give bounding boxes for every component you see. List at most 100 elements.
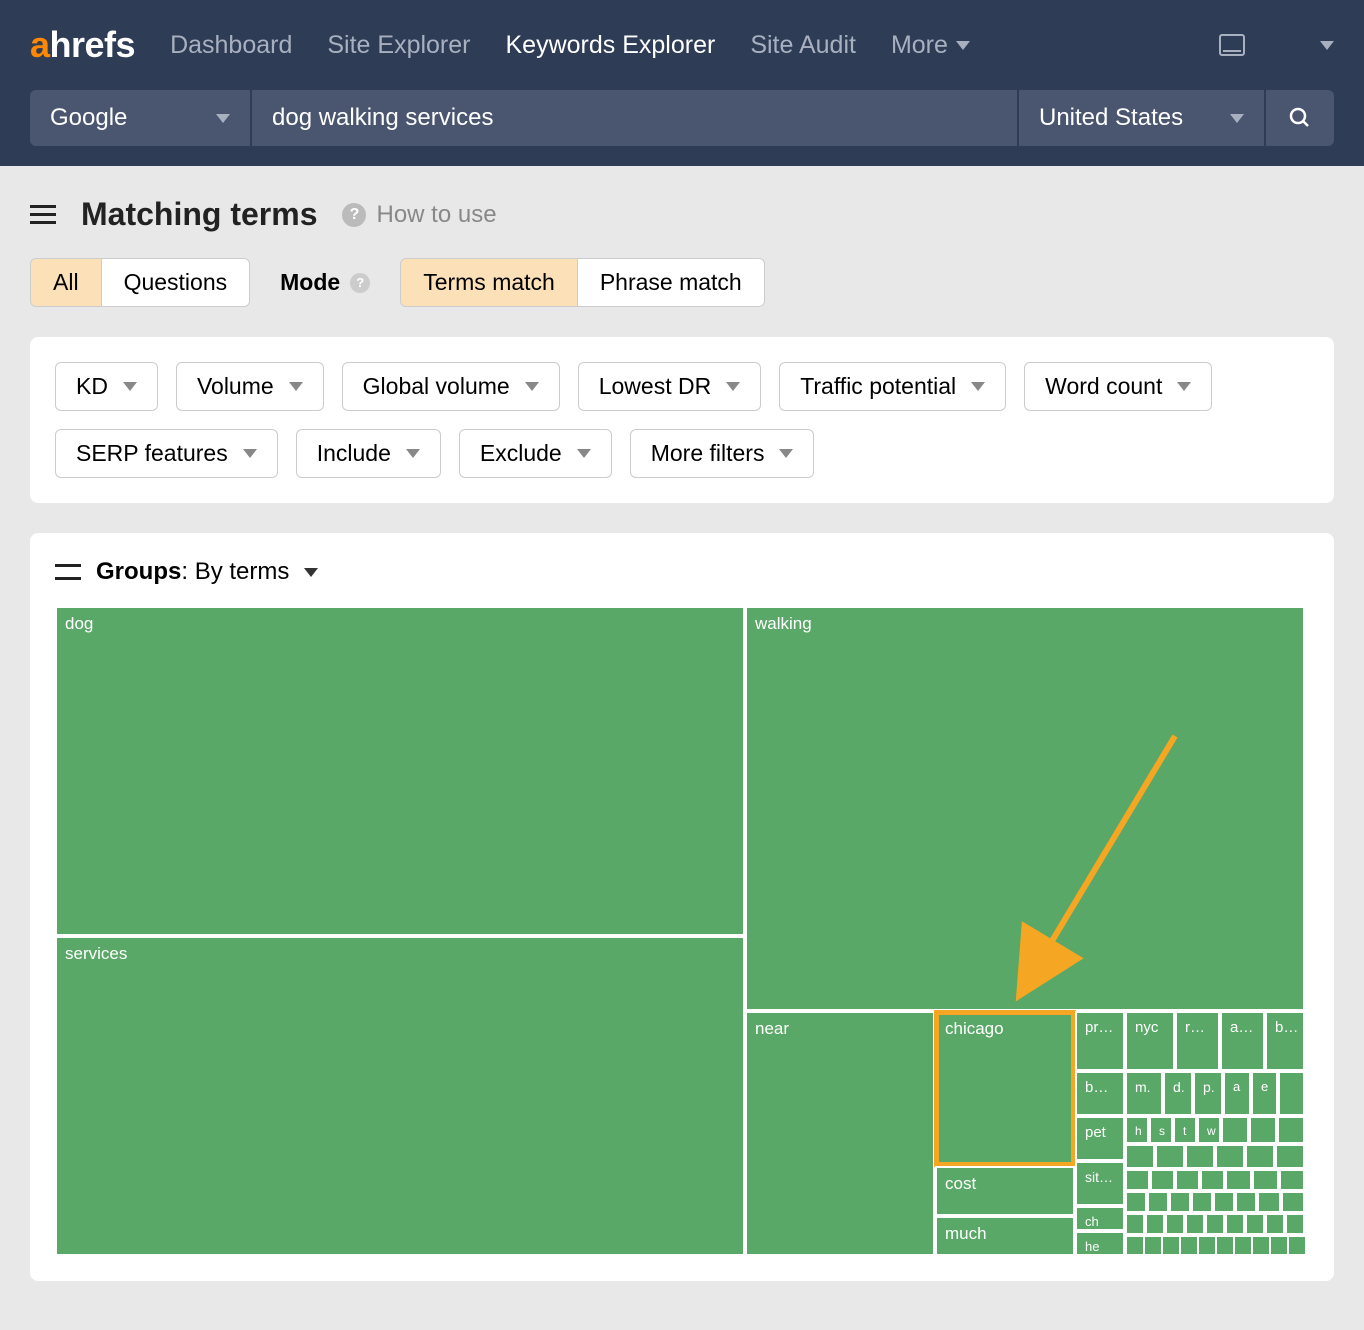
tab-questions[interactable]: Questions (101, 259, 250, 306)
treemap-cell[interactable] (1279, 1169, 1305, 1191)
treemap-cell[interactable] (1125, 1191, 1147, 1213)
filter-lowest-dr[interactable]: Lowest DR (578, 362, 761, 411)
help-icon[interactable]: ? (350, 273, 370, 293)
treemap-cell-chicago[interactable]: chicago (935, 1011, 1075, 1166)
treemap-cell[interactable]: m. (1125, 1071, 1163, 1116)
treemap-cell[interactable] (1147, 1191, 1169, 1213)
treemap-cell[interactable] (1225, 1169, 1252, 1191)
treemap-cell[interactable]: t (1173, 1116, 1197, 1144)
treemap-cell[interactable] (1185, 1144, 1215, 1169)
treemap-cell[interactable] (1245, 1144, 1275, 1169)
treemap-cell[interactable] (1191, 1191, 1213, 1213)
treemap-cell-near[interactable]: near (745, 1011, 935, 1256)
treemap-cell[interactable] (1175, 1169, 1200, 1191)
keyword-input[interactable] (252, 90, 1017, 146)
treemap-cell[interactable]: pr… (1075, 1011, 1125, 1071)
treemap-cell[interactable] (1265, 1213, 1285, 1235)
treemap-cell[interactable]: pet (1075, 1116, 1125, 1161)
logo[interactable]: ahrefs (30, 24, 135, 66)
filter-volume[interactable]: Volume (176, 362, 324, 411)
treemap-cell[interactable] (1161, 1235, 1181, 1256)
country-select[interactable]: United States (1019, 90, 1264, 146)
treemap-cell-dog[interactable]: dog (55, 606, 745, 936)
treemap-cell[interactable]: p. (1193, 1071, 1223, 1116)
treemap-cell[interactable] (1215, 1144, 1245, 1169)
treemap-cell[interactable]: s (1149, 1116, 1173, 1144)
treemap-cell[interactable] (1249, 1116, 1277, 1144)
sliders-icon[interactable] (55, 562, 81, 582)
treemap-cell[interactable] (1225, 1213, 1245, 1235)
treemap-cell[interactable]: r… (1175, 1011, 1220, 1071)
treemap-cell[interactable]: h (1125, 1116, 1149, 1144)
nav-more[interactable]: More (891, 31, 970, 60)
treemap-cell[interactable] (1221, 1116, 1249, 1144)
display-icon[interactable] (1219, 34, 1245, 56)
treemap-cell[interactable] (1200, 1169, 1225, 1191)
chevron-down-icon[interactable] (304, 568, 318, 577)
nav-dashboard[interactable]: Dashboard (170, 31, 292, 60)
treemap-cell[interactable] (1275, 1144, 1305, 1169)
treemap-cell[interactable] (1213, 1191, 1235, 1213)
treemap-cell[interactable] (1150, 1169, 1175, 1191)
treemap-cell[interactable]: d. (1163, 1071, 1193, 1116)
treemap-cell[interactable]: a… (1220, 1011, 1265, 1071)
treemap-cell[interactable] (1125, 1235, 1145, 1256)
search-button[interactable] (1266, 90, 1334, 146)
filter-include[interactable]: Include (296, 429, 441, 478)
treemap-cell[interactable]: nyc (1125, 1011, 1175, 1071)
treemap-cell[interactable]: he (1075, 1231, 1125, 1256)
filter-serp-features[interactable]: SERP features (55, 429, 278, 478)
filter-kd[interactable]: KD (55, 362, 158, 411)
treemap-cell[interactable] (1251, 1235, 1271, 1256)
treemap-cell[interactable] (1125, 1169, 1150, 1191)
account-dropdown-icon[interactable] (1320, 41, 1334, 50)
treemap-cell[interactable] (1215, 1235, 1235, 1256)
filter-traffic-potential[interactable]: Traffic potential (779, 362, 1006, 411)
treemap-cell[interactable] (1285, 1213, 1305, 1235)
how-to-use-link[interactable]: ?How to use (342, 201, 496, 229)
treemap-cell[interactable]: sit… (1075, 1161, 1125, 1206)
treemap-cell[interactable] (1245, 1213, 1265, 1235)
treemap-cell[interactable] (1125, 1144, 1155, 1169)
treemap-cell-much[interactable]: much (935, 1216, 1075, 1256)
treemap-cell[interactable]: a (1223, 1071, 1251, 1116)
treemap-cell[interactable]: b… (1265, 1011, 1305, 1071)
treemap-cell[interactable] (1155, 1144, 1185, 1169)
search-engine-select[interactable]: Google (30, 90, 250, 146)
treemap-cell[interactable] (1233, 1235, 1253, 1256)
treemap-cell[interactable]: e (1251, 1071, 1278, 1116)
treemap-cell-cost[interactable]: cost (935, 1166, 1075, 1216)
treemap-cell[interactable] (1145, 1213, 1165, 1235)
menu-icon[interactable] (30, 205, 56, 224)
treemap-cell[interactable] (1125, 1213, 1145, 1235)
treemap-cell[interactable] (1143, 1235, 1163, 1256)
nav-site-explorer[interactable]: Site Explorer (327, 31, 470, 60)
treemap-cell-walking[interactable]: walking (745, 606, 1305, 1011)
filter-more-filters[interactable]: More filters (630, 429, 815, 478)
treemap-cell[interactable] (1269, 1235, 1289, 1256)
treemap-cell[interactable] (1252, 1169, 1279, 1191)
treemap-cell[interactable] (1235, 1191, 1257, 1213)
treemap-cell[interactable] (1205, 1213, 1225, 1235)
filter-word-count[interactable]: Word count (1024, 362, 1212, 411)
filter-global-volume[interactable]: Global volume (342, 362, 560, 411)
tab-all[interactable]: All (31, 259, 101, 306)
treemap-cell[interactable] (1179, 1235, 1199, 1256)
treemap-cell[interactable] (1287, 1235, 1307, 1256)
treemap-cell-services[interactable]: services (55, 936, 745, 1256)
treemap-cell[interactable]: w (1197, 1116, 1221, 1144)
treemap-cell[interactable] (1257, 1191, 1281, 1213)
treemap-cell[interactable] (1165, 1213, 1185, 1235)
treemap-cell[interactable] (1277, 1116, 1305, 1144)
nav-keywords-explorer[interactable]: Keywords Explorer (506, 31, 716, 60)
filter-exclude[interactable]: Exclude (459, 429, 612, 478)
treemap-cell[interactable] (1197, 1235, 1217, 1256)
treemap-cell[interactable] (1169, 1191, 1191, 1213)
treemap-cell[interactable]: b… (1075, 1071, 1125, 1116)
nav-site-audit[interactable]: Site Audit (750, 31, 856, 60)
treemap-cell[interactable] (1278, 1071, 1305, 1116)
treemap-cell[interactable] (1185, 1213, 1205, 1235)
tab-phrase-match[interactable]: Phrase match (577, 259, 764, 306)
treemap-cell[interactable] (1281, 1191, 1305, 1213)
tab-terms-match[interactable]: Terms match (401, 259, 577, 306)
